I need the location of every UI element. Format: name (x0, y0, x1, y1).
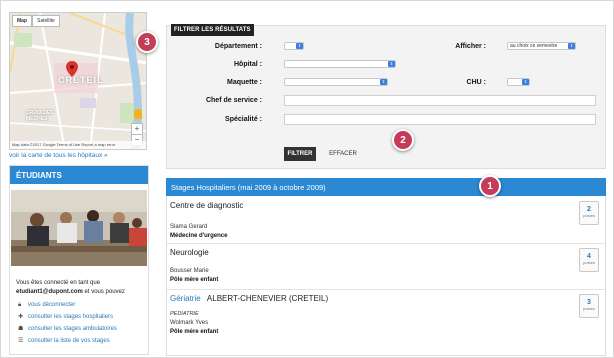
result-item[interactable]: Neurologie Bousser Marie Pôle mère enfan… (167, 244, 605, 290)
result-person: Wolmark Yves (170, 320, 209, 326)
departement-label: Département : (214, 43, 262, 50)
result-person: Bousser Marie (170, 268, 209, 274)
street-view-pegman-icon[interactable] (134, 109, 142, 119)
postes-badge: 4 postes (579, 248, 599, 272)
afficher-label: Afficher : (455, 43, 486, 50)
postes-count: 2 (587, 206, 591, 213)
hopital-select[interactable]: ⇕ (284, 60, 396, 68)
map-district-label: CROIX DES MÈCHES (26, 110, 54, 122)
map-attribution: Map data ©2017 Google Terms of Use Repor… (10, 141, 146, 149)
chevron-down-icon: ⇕ (568, 43, 575, 49)
postes-label: postes (583, 213, 595, 218)
map-marker-icon[interactable] (66, 61, 78, 77)
students-panel-title: ÉTUDIANTS (10, 166, 148, 184)
result-title[interactable]: Neurologie (170, 248, 209, 257)
result-item[interactable]: Centre de diagnostic Slama Gerard Médeci… (167, 197, 605, 244)
chu-label: CHU : (466, 79, 486, 86)
maquette-label: Maquette : (227, 79, 262, 86)
callout-badge-1: 1 (479, 175, 501, 197)
postes-count: 3 (587, 299, 591, 306)
hopital-label: Hôpital : (234, 61, 262, 68)
postes-label: postes (583, 306, 595, 311)
chef-de-service-label: Chef de service : (205, 97, 262, 104)
specialite-label: Spécialité : (225, 116, 262, 123)
result-title: Gériatrie ALBERT-CHENEVIER (CRETEIL) (170, 294, 329, 303)
chevron-down-icon: ⇕ (388, 61, 395, 67)
user-email: etudiant1@dupont.com (16, 289, 83, 295)
postes-badge: 2 postes (579, 201, 599, 225)
result-service: Médecine d'urgence (170, 233, 228, 239)
chevron-down-icon: ⇕ (296, 43, 303, 49)
result-service: Pôle mère enfant (170, 277, 219, 283)
map-tab-satellite[interactable]: Satellite (32, 15, 60, 27)
result-person: Slama Gerard (170, 224, 208, 230)
map-tab-map[interactable]: Map (12, 15, 32, 27)
hospital-icon: ✚ (18, 314, 24, 320)
ambulatory-internships-link[interactable]: ☗ consulter les stages ambulatoires (18, 326, 117, 332)
connected-user-text: Vous êtes connecté en tant que etudiant1… (16, 280, 125, 295)
chef-de-service-input[interactable] (284, 95, 596, 106)
list-icon: ☰ (18, 338, 24, 344)
specialite-input[interactable] (284, 114, 596, 125)
maquette-select[interactable]: ⇕ (284, 78, 388, 86)
hospital-internships-link[interactable]: ✚ consulter les stages hospitaliers (18, 314, 113, 320)
doctor-icon: ☗ (18, 326, 24, 332)
result-item[interactable]: Gériatrie ALBERT-CHENEVIER (CRETEIL) PED… (167, 290, 605, 350)
result-service: Pôle mère enfant (170, 329, 219, 335)
filter-button[interactable]: FILTRER (284, 147, 316, 161)
students-panel: ÉTUDIANTS Vous êtes connecté en tant que… (9, 165, 149, 355)
clear-button[interactable]: EFFACER (325, 147, 361, 161)
departement-select[interactable]: ⇕ (284, 42, 304, 50)
specialty-link[interactable]: Gériatrie (170, 294, 201, 303)
results-title: Stages Hospitaliers (mai 2009 à octobre … (166, 178, 606, 196)
logout-link[interactable]: 🔒︎ vous déconnecter (18, 302, 75, 308)
hospital-map[interactable]: Map Satellite CRÉTEIL CROIX DES MÈCHES +… (9, 12, 147, 150)
classroom-photo (11, 190, 147, 266)
result-specialty: PEDIATRIE (170, 311, 199, 317)
callout-badge-3: 3 (136, 31, 158, 53)
afficher-select[interactable]: au choix ce semestre ⇕ (507, 42, 576, 50)
chevron-down-icon: ⇕ (380, 79, 387, 85)
callout-badge-2: 2 (392, 129, 414, 151)
postes-badge: 3 postes (579, 294, 599, 318)
chevron-down-icon: ⇕ (522, 79, 529, 85)
result-title[interactable]: Centre de diagnostic (170, 201, 243, 210)
all-hospitals-map-link[interactable]: voir la carte de tous les hôpitaux » (9, 152, 108, 159)
postes-label: postes (583, 260, 595, 265)
chu-select[interactable]: ⇕ (507, 78, 530, 86)
postes-count: 4 (587, 253, 591, 260)
my-internships-list-link[interactable]: ☰ consulter la liste de vos stages (18, 338, 110, 344)
filter-title: FILTRER LES RÉSULTATS (171, 24, 254, 36)
map-city-label: CRÉTEIL (58, 75, 104, 85)
lock-icon: 🔒︎ (18, 302, 22, 308)
